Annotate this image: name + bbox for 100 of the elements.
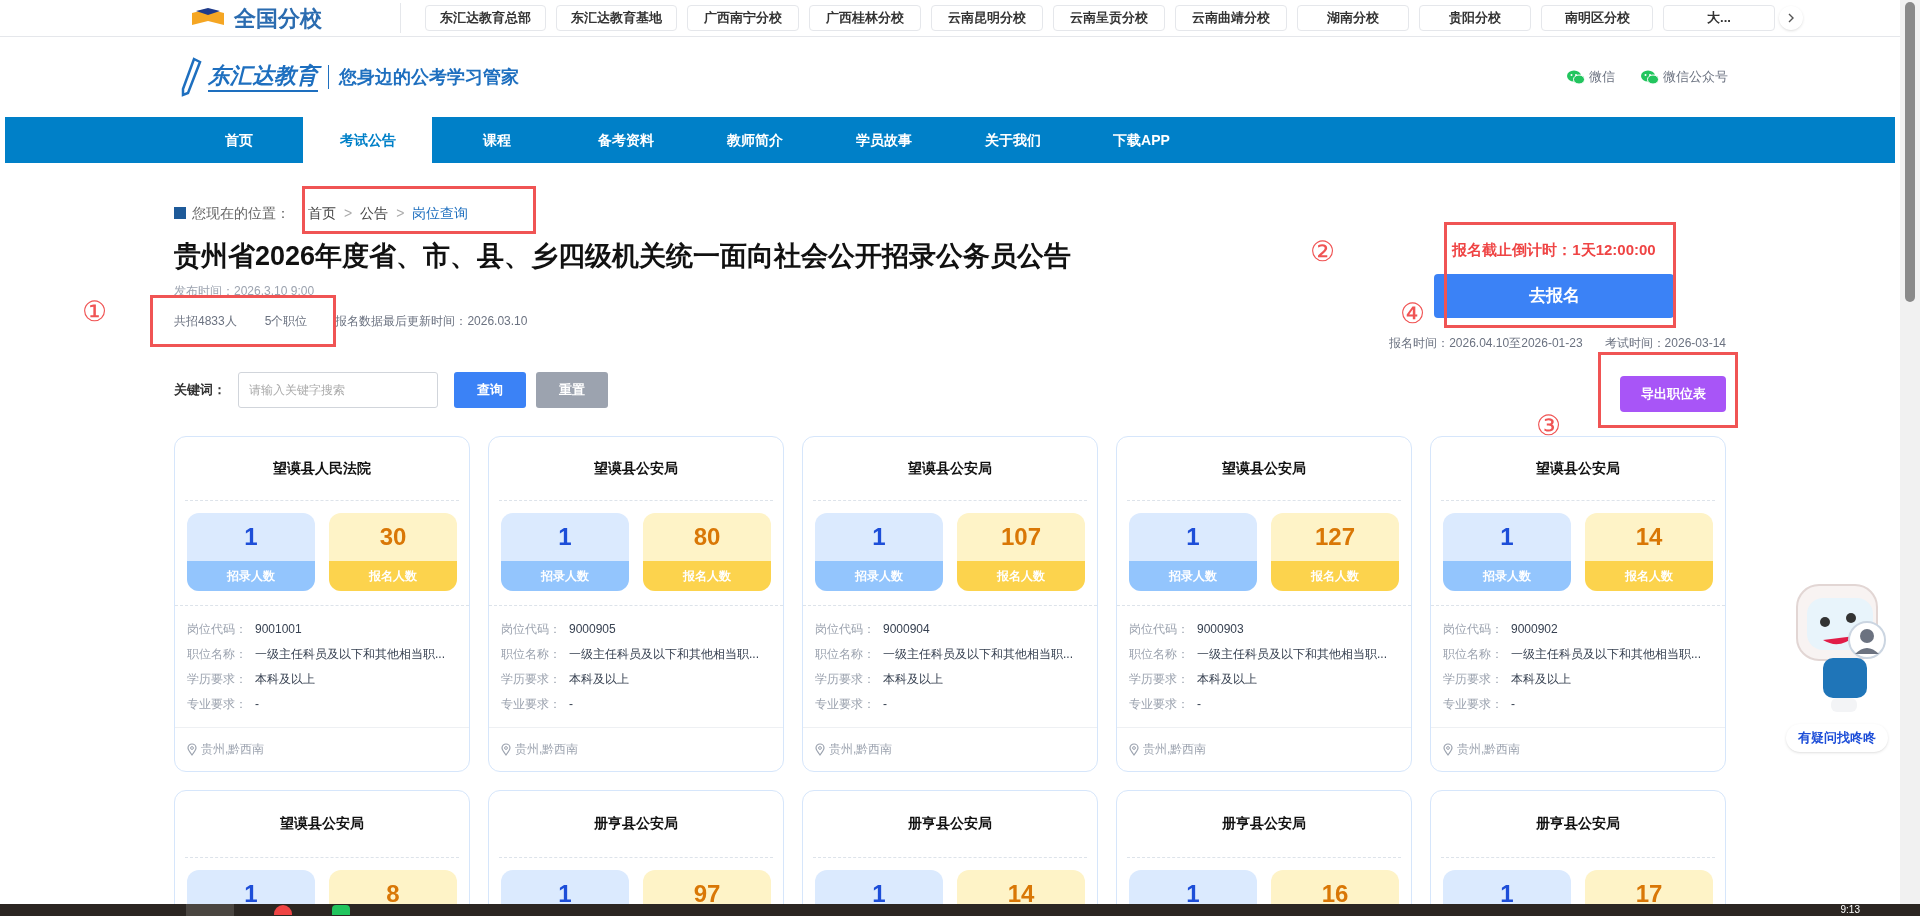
pen-logo-icon xyxy=(180,57,202,97)
keyword-input[interactable]: 请输入关键字搜索 xyxy=(238,372,438,408)
brand-title: 全国分校 xyxy=(234,4,322,33)
branch-tab[interactable]: 广西南宁分校 xyxy=(687,5,799,31)
detail-label: 岗位代码： xyxy=(187,621,248,639)
helper-button[interactable]: 有疑问找咚咚 xyxy=(1786,724,1888,752)
nav-tab[interactable]: 考试公告 xyxy=(303,117,432,163)
branch-tab[interactable]: 贵阳分校 xyxy=(1419,5,1531,31)
export-button[interactable]: 导出职位表 xyxy=(1620,375,1726,412)
detail-value: 一级主任科员及以下和其他相当职... xyxy=(255,646,445,664)
nav-tab[interactable]: 课程 xyxy=(432,117,561,163)
branch-tab[interactable]: 东汇达教育基地 xyxy=(556,5,677,31)
annotation-number: ④ xyxy=(1400,298,1425,330)
detail-label: 专业要求： xyxy=(1129,696,1190,714)
card-title: 望谟县人民法院 xyxy=(272,458,372,478)
applicants-stat: 30 报名人数 xyxy=(329,513,457,592)
branch-tab[interactable]: 湖南分校 xyxy=(1297,5,1409,31)
breadcrumb-link[interactable]: 公告 xyxy=(360,202,389,224)
detail-value: 一级主任科员及以下和其他相当职... xyxy=(1197,646,1387,664)
page-title: 贵州省2026年度省、市、县、乡四级机关统一面向社会公开招录公务员公告 xyxy=(174,240,1072,273)
location-pin-icon xyxy=(501,742,511,756)
position-card[interactable]: 望谟县公安局 1 招录人数 127 报名人数 岗位代码： 9000903 职位名称： 一级主任科员及以下和其他相当职... 学历要求： 本科及以上 专业要求： - 贵州,黔西南 xyxy=(1116,435,1412,772)
detail-label: 职位名称： xyxy=(501,646,562,664)
detail-label: 学历要求： xyxy=(1443,671,1504,689)
register-button[interactable]: 去报名 xyxy=(1434,273,1674,318)
branch-tab[interactable]: 东汇达教育总部 xyxy=(425,5,546,31)
hires-stat: 1 xyxy=(187,869,315,904)
wechat-link[interactable]: 微信公众号 xyxy=(1641,67,1728,87)
detail-value: 本科及以上 xyxy=(1197,671,1257,689)
applicants-stat: 97 xyxy=(643,869,771,904)
detail-value: - xyxy=(883,696,887,714)
breadcrumb-link[interactable]: 岗位查询 xyxy=(412,202,469,224)
hires-stat: 1 xyxy=(1129,869,1257,904)
annotation-number: ① xyxy=(82,296,107,328)
branch-tab[interactable]: 南明区分校 xyxy=(1541,5,1653,31)
branch-tab[interactable]: 广西桂林分校 xyxy=(809,5,921,31)
branch-tab[interactable]: 大... xyxy=(1663,5,1775,31)
detail-value: 9000903 xyxy=(1197,621,1244,639)
detail-label: 岗位代码： xyxy=(501,621,562,639)
position-card[interactable]: 望谟县公安局 1 招录人数 107 报名人数 岗位代码： 9000904 职位名称： 一级主任科员及以下和其他相当职... 学历要求： 本科及以上 专业要求： - 贵州,黔西南 xyxy=(802,435,1098,772)
detail-value: 本科及以上 xyxy=(255,671,315,689)
position-card[interactable]: 册亨县公安局 1 97 xyxy=(488,789,784,904)
wechat-icon xyxy=(1567,69,1585,85)
detail-label: 专业要求： xyxy=(815,696,876,714)
scrollbar-thumb[interactable] xyxy=(1905,2,1915,302)
detail-label: 专业要求： xyxy=(187,696,248,714)
position-card[interactable]: 望谟县公安局 1 招录人数 80 报名人数 岗位代码： 9000905 职位名称： 一级主任科员及以下和其他相当职... 学历要求： 本科及以上 专业要求： - 贵州,黔西南 xyxy=(488,435,784,772)
card-title: 望谟县公安局 xyxy=(279,814,365,833)
nav-tab[interactable]: 教师简介 xyxy=(690,117,819,163)
card-title: 望谟县公安局 xyxy=(907,458,993,478)
card-location: 贵州,黔西南 xyxy=(201,741,265,759)
position-card[interactable]: 望谟县人民法院 1 招录人数 30 报名人数 岗位代码： 9001001 职位名称： 一级主任科员及以下和其他相当职... 学历要求： 本科及以上 专业要求： - 贵州,黔西南 xyxy=(174,435,470,772)
position-card[interactable]: 册亨县公安局 1 17 xyxy=(1430,789,1726,904)
detail-value: 本科及以上 xyxy=(1511,671,1571,689)
branch-tab[interactable]: 云南曲靖分校 xyxy=(1175,5,1287,31)
nav-tab[interactable]: 学员故事 xyxy=(819,117,948,163)
search-button[interactable]: 查询 xyxy=(454,372,526,408)
slogan: 您身边的公考学习管家 xyxy=(339,65,519,89)
app-icon[interactable] xyxy=(332,905,350,915)
nav-tab[interactable]: 首页 xyxy=(174,117,303,163)
location-pin-icon xyxy=(1443,742,1453,756)
card-title: 册亨县公安局 xyxy=(1535,814,1621,833)
detail-value: 本科及以上 xyxy=(569,671,629,689)
detail-label: 职位名称： xyxy=(187,646,248,664)
stat-text: 共招4833人 xyxy=(174,313,237,330)
card-location: 贵州,黔西南 xyxy=(1143,741,1207,759)
branch-tab[interactable]: 云南昆明分校 xyxy=(931,5,1043,31)
detail-label: 职位名称： xyxy=(815,646,876,664)
position-card[interactable]: 册亨县公安局 1 16 xyxy=(1116,789,1412,904)
position-card[interactable]: 望谟县公安局 1 8 xyxy=(174,789,470,904)
card-location: 贵州,黔西南 xyxy=(1457,741,1521,759)
detail-value: 本科及以上 xyxy=(883,671,943,689)
nav-tab[interactable]: 备考资料 xyxy=(561,117,690,163)
hires-stat: 1 招录人数 xyxy=(815,513,943,592)
wechat-link[interactable]: 微信 xyxy=(1567,67,1615,87)
keyword-label: 关键词： xyxy=(174,381,227,400)
branch-tab[interactable]: 云南呈贡分校 xyxy=(1053,5,1165,31)
hires-stat: 1 xyxy=(815,869,943,904)
applicants-stat: 80 报名人数 xyxy=(643,513,771,592)
nav-tab[interactable]: 关于我们 xyxy=(948,117,1077,163)
card-location: 贵州,黔西南 xyxy=(829,741,893,759)
stat-text: 报名数据最后更新时间：2026.03.10 xyxy=(335,313,528,330)
breadcrumb-marker-icon xyxy=(174,207,186,219)
app-icon[interactable] xyxy=(274,905,292,915)
applicants-stat: 14 报名人数 xyxy=(1585,513,1713,592)
detail-label: 学历要求： xyxy=(187,671,248,689)
hires-stat: 1 xyxy=(1443,869,1571,904)
detail-label: 专业要求： xyxy=(1443,696,1504,714)
detail-value: - xyxy=(1511,696,1515,714)
position-card[interactable]: 册亨县公安局 1 14 xyxy=(802,789,1098,904)
nav-tab[interactable]: 下载APP xyxy=(1077,117,1206,163)
position-card[interactable]: 望谟县公安局 1 招录人数 14 报名人数 岗位代码： 9000902 职位名称： 一级主任科员及以下和其他相当职... 学历要求： 本科及以上 专业要求： - 贵州,黔西南 xyxy=(1430,435,1726,772)
detail-value: 9000904 xyxy=(883,621,930,639)
detail-label: 学历要求： xyxy=(815,671,876,689)
card-title: 望谟县公安局 xyxy=(593,458,679,478)
detail-label: 岗位代码： xyxy=(1443,621,1504,639)
card-title: 册亨县公安局 xyxy=(907,814,993,833)
breadcrumb-link[interactable]: 首页 xyxy=(308,202,336,224)
stat-text: 5个职位 xyxy=(264,313,308,330)
wechat-icon xyxy=(1641,69,1659,85)
